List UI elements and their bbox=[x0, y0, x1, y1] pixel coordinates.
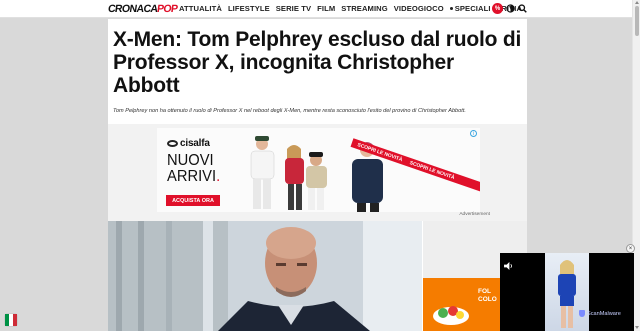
ad-brand-name: cisalfa bbox=[180, 138, 210, 149]
brand-logo-icon bbox=[167, 140, 178, 147]
top-navigation-bar: CRONACA POP ATTUALITÀ LIFESTYLE SERIE TV… bbox=[0, 0, 632, 18]
search-icon[interactable] bbox=[518, 4, 527, 13]
promo-percent-icon[interactable]: % bbox=[492, 3, 503, 14]
article-title: X-Men: Tom Pelphrey escluso dal ruolo di… bbox=[113, 28, 522, 97]
ad-headline-line1: NUOVI bbox=[167, 152, 214, 169]
nav-item-attualita[interactable]: ATTUALITÀ bbox=[179, 4, 222, 13]
close-video-button[interactable]: × bbox=[626, 244, 635, 253]
scroll-down-arrow-icon[interactable] bbox=[635, 326, 639, 329]
advertisement-zone: i cisalfa NUOVI ARRIVI. ACQUISTA ORA SCO… bbox=[108, 124, 527, 221]
side-ad-food-image bbox=[433, 306, 469, 325]
nav-item-serie-tv[interactable]: SERIE TV bbox=[276, 4, 311, 13]
article-container: X-Men: Tom Pelphrey escluso dal ruolo di… bbox=[108, 19, 527, 331]
video-frame bbox=[545, 253, 589, 331]
logo-text-cronaca: CRONACA bbox=[107, 3, 159, 15]
video-watermark: ScanMalware bbox=[579, 310, 621, 317]
side-ad-line1: FOL bbox=[478, 288, 491, 295]
volume-icon[interactable] bbox=[504, 262, 513, 270]
ad-models-image bbox=[250, 136, 383, 212]
scrollbar-thumb[interactable] bbox=[635, 6, 639, 36]
dark-mode-toggle-icon[interactable] bbox=[506, 4, 515, 13]
ad-headline: NUOVI ARRIVI. bbox=[167, 153, 220, 185]
main-menu: ATTUALITÀ LIFESTYLE SERIE TV FILM STREAM… bbox=[179, 4, 522, 13]
side-ad-text: FOL COLO bbox=[478, 288, 497, 304]
logo-text-pop: POP bbox=[156, 3, 179, 15]
ad-ribbon-text-repeat: SCOPRI LE NOVITÀ bbox=[408, 159, 456, 181]
ad-cta-button[interactable]: ACQUISTA ORA bbox=[166, 195, 220, 206]
article-hero-image[interactable] bbox=[108, 221, 422, 331]
site-logo[interactable]: CRONACA POP bbox=[107, 2, 179, 16]
nav-item-videogioco[interactable]: VIDEOGIOCO bbox=[394, 4, 444, 13]
shield-icon bbox=[579, 310, 585, 317]
nav-item-speciali[interactable]: SPECIALI bbox=[449, 4, 491, 13]
video-watermark-text: ScanMalware bbox=[587, 310, 621, 317]
italian-flag-icon[interactable] bbox=[5, 314, 17, 326]
scroll-up-arrow-icon[interactable] bbox=[635, 1, 639, 4]
nav-item-speciali-label: SPECIALI bbox=[454, 4, 491, 13]
ad-brand: cisalfa bbox=[167, 138, 210, 149]
article-subtitle: Tom Pelphrey non ha ottenuto il ruolo di… bbox=[113, 108, 466, 114]
flag-red-stripe bbox=[13, 314, 17, 326]
bullet-icon bbox=[449, 7, 453, 10]
nav-item-streaming[interactable]: STREAMING bbox=[341, 4, 387, 13]
nav-item-lifestyle[interactable]: LIFESTYLE bbox=[228, 4, 270, 13]
ad-info-icon[interactable]: i bbox=[470, 130, 477, 137]
nav-item-film[interactable]: FILM bbox=[317, 4, 335, 13]
side-ad-line2: COLO bbox=[478, 296, 497, 303]
ad-headline-line2: ARRIVI. bbox=[167, 168, 221, 185]
video-thumbnail bbox=[558, 260, 576, 328]
floating-video-player[interactable]: × ScanMalware bbox=[500, 244, 635, 331]
ad-banner[interactable]: i cisalfa NUOVI ARRIVI. ACQUISTA ORA SCO… bbox=[157, 128, 480, 212]
ad-label: Advertisement bbox=[459, 212, 490, 217]
hero-photo bbox=[108, 221, 422, 331]
